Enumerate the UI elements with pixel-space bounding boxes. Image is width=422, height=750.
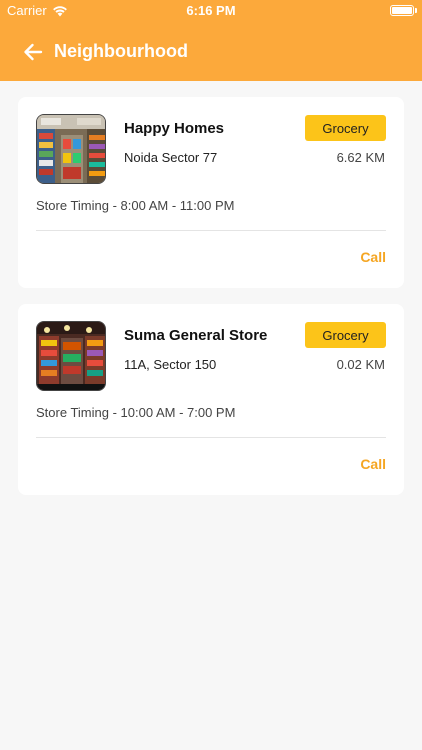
battery-fill [392, 7, 412, 14]
category-badge: Grocery [305, 322, 386, 348]
status-bar: Carrier 6:16 PM [0, 0, 422, 22]
status-time: 6:16 PM [186, 3, 236, 18]
store-card[interactable]: Happy Homes Noida Sector 77 Grocery 6.62… [18, 97, 404, 288]
navigation-bar: Neighbourhood [0, 22, 422, 81]
store-name: Happy Homes [124, 120, 225, 137]
divider [36, 437, 386, 438]
store-distance: 0.02 KM [336, 357, 385, 372]
store-list: Happy Homes Noida Sector 77 Grocery 6.62… [18, 97, 404, 511]
store-address: Noida Sector 77 [124, 150, 218, 165]
store-image [36, 114, 106, 184]
back-button[interactable] [13, 32, 53, 72]
page-title: Neighbourhood [54, 41, 188, 61]
store-distance: 6.62 KM [336, 150, 385, 165]
store-name: Suma General Store [124, 327, 268, 344]
divider [36, 230, 386, 231]
store-timing: Store Timing - 10:00 AM - 7:00 PM [36, 405, 236, 420]
call-button[interactable]: Call [360, 456, 386, 472]
category-badge: Grocery [305, 115, 386, 141]
battery-tip [415, 8, 417, 13]
arrow-left-icon [24, 43, 43, 60]
call-button[interactable]: Call [360, 249, 386, 265]
store-address: 11A, Sector 150 [124, 357, 217, 372]
store-timing: Store Timing - 8:00 AM - 11:00 PM [36, 198, 235, 213]
store-image [36, 321, 106, 391]
store-card[interactable]: Suma General Store 11A, Sector 150 Groce… [18, 304, 404, 495]
battery-icon [390, 5, 414, 16]
